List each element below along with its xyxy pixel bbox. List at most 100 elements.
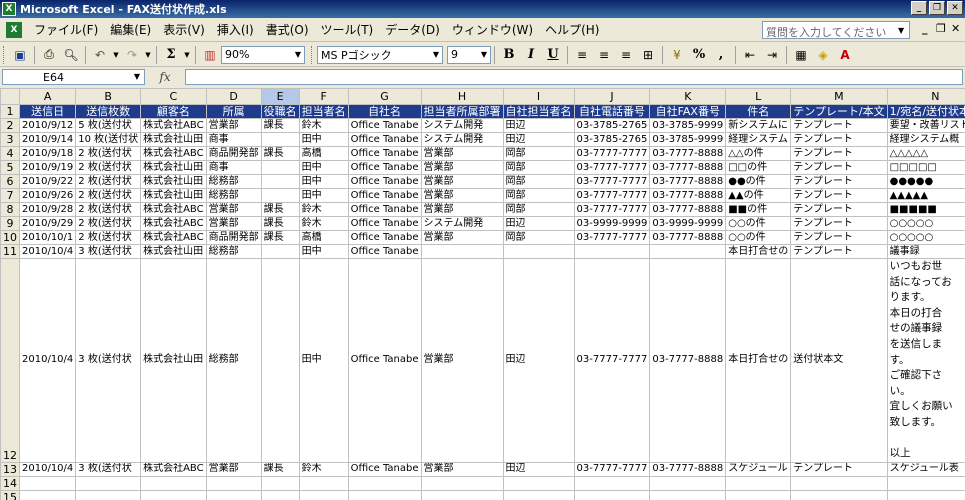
- cell-l7[interactable]: ▲▲の件: [725, 188, 792, 203]
- cell-g15[interactable]: [347, 489, 422, 500]
- cell-b13[interactable]: 3 枚(送付状: [75, 461, 142, 477]
- cell-j2[interactable]: 03-3785-2765: [573, 118, 651, 133]
- column-header-d[interactable]: D: [205, 88, 262, 105]
- cell-f10[interactable]: 高橋: [298, 230, 349, 245]
- cell-c10[interactable]: 株式会社ABC: [140, 230, 207, 245]
- cell-g7[interactable]: Office Tanabe: [347, 188, 422, 203]
- cell-l12[interactable]: 本日打合せの: [725, 258, 792, 463]
- cell-h6[interactable]: 営業部: [420, 174, 504, 189]
- cell-c8[interactable]: 株式会社ABC: [140, 202, 207, 217]
- cell-f9[interactable]: 鈴木: [298, 216, 349, 231]
- percent-button[interactable]: %: [689, 45, 709, 65]
- cell-h11[interactable]: [420, 244, 504, 259]
- cell-c5[interactable]: 株式会社山田: [140, 160, 207, 175]
- cell-k15[interactable]: [649, 489, 727, 500]
- cell-c14[interactable]: [140, 475, 207, 491]
- font-name-select[interactable]: MS Pゴシック ▼: [317, 45, 443, 64]
- cell-e4[interactable]: 課長: [260, 146, 300, 161]
- cell-c3[interactable]: 株式会社山田: [140, 132, 207, 147]
- menu-window[interactable]: ウィンドウ(W): [446, 21, 539, 38]
- column-header-b[interactable]: B: [75, 88, 142, 105]
- cell-d5[interactable]: 商事: [205, 160, 262, 175]
- cell-k6[interactable]: 03-7777-8888: [649, 174, 727, 189]
- cell-b1[interactable]: 送信枚数: [75, 104, 142, 119]
- cell-j5[interactable]: 03-7777-7777: [573, 160, 651, 175]
- cell-d3[interactable]: 商事: [205, 132, 262, 147]
- cell-f14[interactable]: [298, 475, 349, 491]
- cell-f5[interactable]: 田中: [298, 160, 349, 175]
- name-box[interactable]: E64 ▼: [2, 69, 145, 85]
- print-icon[interactable]: ⎙: [39, 45, 59, 65]
- cell-i15[interactable]: [502, 489, 575, 500]
- column-header-c[interactable]: C: [140, 88, 207, 105]
- cell-n6[interactable]: ●●●●●: [886, 174, 965, 189]
- row-header[interactable]: 13: [0, 461, 20, 477]
- cell-i11[interactable]: [502, 244, 575, 259]
- cell-k12[interactable]: 03-7777-8888: [649, 258, 727, 463]
- cell-h5[interactable]: 営業部: [420, 160, 504, 175]
- cell-b15[interactable]: [75, 489, 142, 500]
- cell-m10[interactable]: テンプレート: [790, 230, 888, 245]
- cell-b7[interactable]: 2 枚(送付状: [75, 188, 142, 203]
- menu-data[interactable]: データ(D): [379, 21, 446, 38]
- cell-g6[interactable]: Office Tanabe: [347, 174, 422, 189]
- cell-j10[interactable]: 03-7777-7777: [573, 230, 651, 245]
- cell-g8[interactable]: Office Tanabe: [347, 202, 422, 217]
- cell-j9[interactable]: 03-9999-9999: [573, 216, 651, 231]
- cell-m12[interactable]: 送付状本文: [790, 258, 888, 463]
- cell-n11[interactable]: 議事録: [886, 244, 965, 259]
- autosum-button[interactable]: Σ: [161, 45, 181, 65]
- cell-g12[interactable]: Office Tanabe: [347, 258, 422, 463]
- cell-g14[interactable]: [347, 475, 422, 491]
- cell-d1[interactable]: 所属: [205, 104, 262, 119]
- cell-f12[interactable]: 田中: [298, 258, 349, 463]
- cell-g11[interactable]: Office Tanabe: [347, 244, 422, 259]
- cell-l6[interactable]: ●●の件: [725, 174, 792, 189]
- menu-format[interactable]: 書式(O): [260, 21, 315, 38]
- cell-d10[interactable]: 商品開発部: [205, 230, 262, 245]
- chevron-down-icon[interactable]: ▼: [898, 26, 904, 35]
- worksheet-grid[interactable]: ABCDEFGHIJKLMN 1 送信日 送信枚数 顧客名 所属 役職名 担当者名 自社名 担当…: [0, 88, 965, 500]
- cell-j15[interactable]: [573, 489, 651, 500]
- cell-a5[interactable]: 2010/9/19: [18, 160, 77, 175]
- cell-a3[interactable]: 2010/9/14: [18, 132, 77, 147]
- zoom-select[interactable]: 90% ▼: [221, 45, 305, 64]
- cell-i14[interactable]: [502, 475, 575, 491]
- save-icon[interactable]: ▣: [10, 45, 30, 65]
- column-header-m[interactable]: M: [790, 88, 888, 105]
- cell-n4[interactable]: △△△△△: [886, 146, 965, 161]
- cell-a4[interactable]: 2010/9/18: [18, 146, 77, 161]
- currency-icon[interactable]: ¥: [667, 45, 687, 65]
- cell-i6[interactable]: 岡部: [502, 174, 575, 189]
- cell-a10[interactable]: 2010/10/1: [18, 230, 77, 245]
- cell-b6[interactable]: 2 枚(送付状: [75, 174, 142, 189]
- cell-m3[interactable]: テンプレート: [790, 132, 888, 147]
- cell-m1[interactable]: テンプレート/本文: [790, 104, 888, 119]
- row-header[interactable]: 11: [0, 244, 20, 259]
- chevron-down-icon[interactable]: ▼: [112, 45, 120, 65]
- cell-h12[interactable]: 営業部: [420, 258, 504, 463]
- cell-j11[interactable]: [573, 244, 651, 259]
- row-header[interactable]: 3: [0, 132, 20, 147]
- cell-b4[interactable]: 2 枚(送付状: [75, 146, 142, 161]
- cell-k8[interactable]: 03-7777-8888: [649, 202, 727, 217]
- menu-insert[interactable]: 挿入(I): [211, 21, 260, 38]
- cell-h3[interactable]: システム開発: [420, 132, 504, 147]
- cell-f1[interactable]: 担当者名: [298, 104, 349, 119]
- cell-m5[interactable]: テンプレート: [790, 160, 888, 175]
- select-all-corner[interactable]: [0, 88, 20, 105]
- cell-b12[interactable]: 3 枚(送付状: [75, 258, 142, 463]
- cell-m6[interactable]: テンプレート: [790, 174, 888, 189]
- cell-f4[interactable]: 高橋: [298, 146, 349, 161]
- cell-i8[interactable]: 岡部: [502, 202, 575, 217]
- cell-l5[interactable]: □□の件: [725, 160, 792, 175]
- cell-a8[interactable]: 2010/9/28: [18, 202, 77, 217]
- row-header[interactable]: 14: [0, 475, 20, 491]
- cell-b2[interactable]: 5 枚(送付状: [75, 118, 142, 133]
- doc-close-button[interactable]: ✕: [951, 22, 960, 35]
- cell-h13[interactable]: 営業部: [420, 461, 504, 477]
- fill-color-icon[interactable]: ◈: [813, 45, 833, 65]
- cell-k3[interactable]: 03-3785-9999: [649, 132, 727, 147]
- cell-m8[interactable]: テンプレート: [790, 202, 888, 217]
- cell-d9[interactable]: 営業部: [205, 216, 262, 231]
